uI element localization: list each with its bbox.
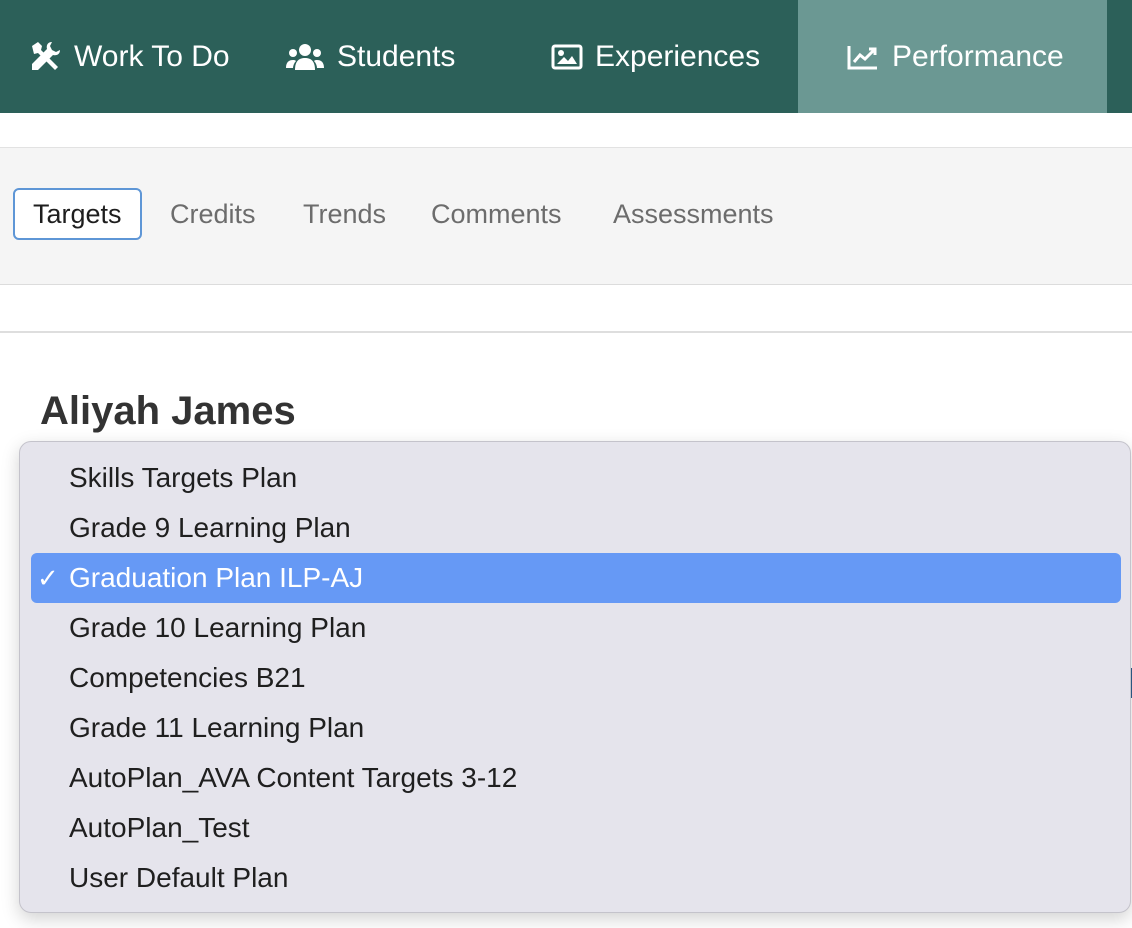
plan-option-label: User Default Plan <box>69 862 289 893</box>
plan-option[interactable]: Grade 9 Learning Plan <box>31 503 1121 553</box>
plan-option-label: Graduation Plan ILP-AJ <box>69 562 364 593</box>
nav-item-students[interactable]: Students <box>285 0 455 113</box>
users-icon <box>285 42 325 72</box>
plan-option-selected[interactable]: ✓ Graduation Plan ILP-AJ <box>31 553 1121 603</box>
student-name: Aliyah James <box>40 389 296 433</box>
nav-item-work-to-do[interactable]: Work To Do <box>28 0 230 113</box>
tab-assessments[interactable]: Assessments <box>613 188 774 240</box>
nav-item-label: Students <box>337 39 456 73</box>
page: Work To Do Students Experiences Performa… <box>0 0 1132 928</box>
tab-comments[interactable]: Comments <box>431 188 562 240</box>
nav-item-label: Experiences <box>595 39 761 73</box>
plan-option-label: Grade 9 Learning Plan <box>69 512 351 543</box>
plan-option[interactable]: Grade 11 Learning Plan <box>31 703 1121 753</box>
image-icon <box>551 43 583 71</box>
checkmark-icon: ✓ <box>37 562 59 593</box>
plan-option-label: AutoPlan_AVA Content Targets 3-12 <box>69 762 518 793</box>
plan-option[interactable]: Grade 10 Learning Plan <box>31 603 1121 653</box>
plan-option[interactable]: Competencies B21 <box>31 653 1121 703</box>
plan-option-label: Grade 10 Learning Plan <box>69 612 367 643</box>
plan-option-label: Grade 11 Learning Plan <box>69 712 365 743</box>
plan-option[interactable]: AutoPlan_AVA Content Targets 3-12 <box>31 753 1121 803</box>
tab-credits[interactable]: Credits <box>170 188 256 240</box>
performance-subtabs: Targets Credits Trends Comments Assessme… <box>0 147 1132 285</box>
top-navigation: Work To Do Students Experiences Performa… <box>0 0 1132 113</box>
nav-item-label: Performance <box>892 39 1064 73</box>
tab-targets[interactable]: Targets <box>13 188 142 240</box>
plan-select-menu[interactable]: Skills Targets Plan Grade 9 Learning Pla… <box>19 441 1131 913</box>
plan-option[interactable]: User Default Plan <box>31 853 1121 903</box>
plan-option-label: Competencies B21 <box>69 662 306 693</box>
nav-item-label: Work To Do <box>74 39 230 73</box>
divider <box>0 331 1132 333</box>
plan-option-label: Skills Targets Plan <box>69 462 298 493</box>
nav-item-performance[interactable]: Performance <box>798 0 1107 113</box>
line-chart-icon <box>846 43 880 71</box>
nav-item-experiences[interactable]: Experiences <box>551 0 760 113</box>
tools-icon <box>28 40 62 74</box>
plan-option-label: AutoPlan_Test <box>69 812 250 843</box>
plan-option[interactable]: Skills Targets Plan <box>31 453 1121 503</box>
tab-trends[interactable]: Trends <box>303 188 386 240</box>
plan-option[interactable]: AutoPlan_Test <box>31 803 1121 853</box>
spacer <box>0 113 1132 147</box>
